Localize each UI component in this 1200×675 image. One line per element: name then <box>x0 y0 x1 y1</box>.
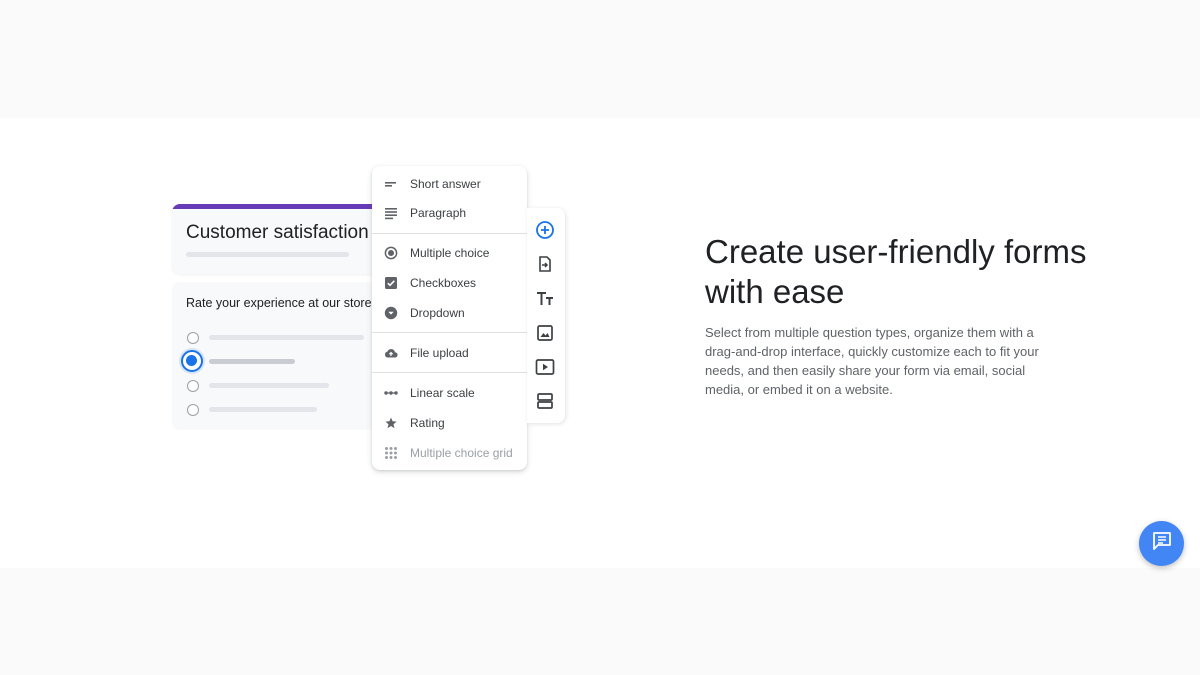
menu-item-label: File upload <box>410 346 469 360</box>
menu-item-label: Dropdown <box>410 306 465 320</box>
top-band <box>0 0 1200 118</box>
menu-divider <box>372 372 527 373</box>
menu-item-checkboxes[interactable]: Checkboxes <box>372 268 527 298</box>
add-video-icon[interactable] <box>533 355 557 379</box>
short-answer-icon <box>384 177 398 191</box>
menu-item-multiple-choice[interactable]: Multiple choice <box>372 238 527 268</box>
menu-item-short-answer[interactable]: Short answer <box>372 169 527 199</box>
option-placeholder <box>209 359 295 364</box>
option-radio-selected[interactable] <box>181 350 203 372</box>
menu-item-paragraph[interactable]: Paragraph <box>372 198 527 228</box>
import-questions-icon[interactable] <box>533 252 557 276</box>
option-radio[interactable] <box>187 332 199 344</box>
menu-item-label: Linear scale <box>410 386 475 400</box>
menu-item-label: Multiple choice grid <box>410 446 513 460</box>
star-icon <box>384 416 398 430</box>
chat-button[interactable] <box>1139 521 1184 566</box>
form-accent-bar <box>172 204 382 209</box>
side-toolbar <box>527 208 565 423</box>
paragraph-icon <box>384 206 398 220</box>
hero-headline: Create user-friendly forms with ease <box>705 233 1087 310</box>
form-description-placeholder <box>186 252 349 257</box>
menu-item-file-upload[interactable]: File upload <box>372 338 527 368</box>
radio-button-icon <box>384 246 398 260</box>
menu-item-rating[interactable]: Rating <box>372 408 527 438</box>
form-header-card: Customer satisfaction <box>172 204 382 274</box>
option-placeholder <box>209 335 364 340</box>
menu-item-label: Paragraph <box>410 206 467 220</box>
add-image-icon[interactable] <box>533 321 557 345</box>
grid-icon <box>384 446 398 460</box>
menu-divider <box>372 332 527 333</box>
question-text: Rate your experience at our store <box>186 296 372 310</box>
question-card: Rate your experience at our store <box>172 282 382 430</box>
checkbox-icon <box>384 276 398 290</box>
add-section-icon[interactable] <box>533 389 557 413</box>
hero-description: Select from multiple question types, org… <box>705 325 1039 397</box>
form-title: Customer satisfaction <box>186 222 369 243</box>
question-type-menu: Short answer Paragraph Multiple choice C… <box>372 166 527 470</box>
menu-item-label: Short answer <box>410 177 481 191</box>
option-radio[interactable] <box>187 404 199 416</box>
linear-scale-icon <box>384 386 398 400</box>
menu-item-label: Checkboxes <box>410 276 477 290</box>
menu-item-label: Multiple choice <box>410 246 490 260</box>
option-placeholder <box>209 407 317 412</box>
selected-dot <box>186 355 197 366</box>
menu-item-label: Rating <box>410 416 445 430</box>
chat-icon <box>1151 530 1173 557</box>
cloud-upload-icon <box>384 346 398 360</box>
dropdown-icon <box>384 306 398 320</box>
menu-item-multiple-choice-grid[interactable]: Multiple choice grid <box>372 438 527 468</box>
menu-item-linear-scale[interactable]: Linear scale <box>372 378 527 408</box>
add-title-icon[interactable] <box>533 287 557 311</box>
bottom-band <box>0 568 1200 675</box>
menu-divider <box>372 233 527 234</box>
menu-item-dropdown[interactable]: Dropdown <box>372 298 527 328</box>
add-question-icon[interactable] <box>533 218 557 242</box>
option-placeholder <box>209 383 329 388</box>
option-radio[interactable] <box>187 380 199 392</box>
